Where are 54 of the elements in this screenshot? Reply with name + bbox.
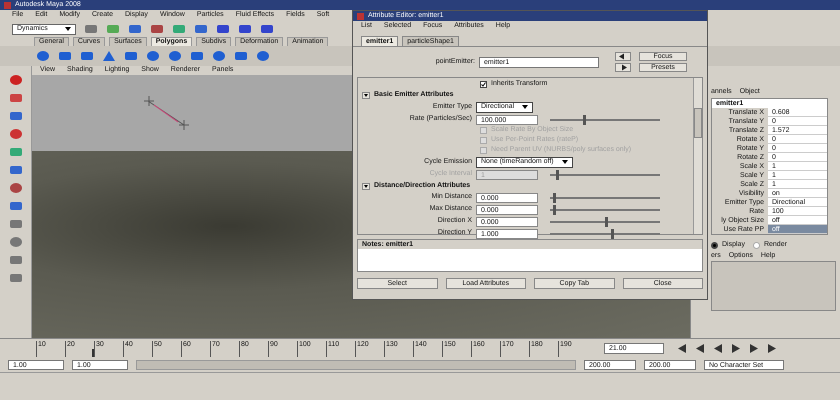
radio-button[interactable] bbox=[752, 242, 760, 248]
scrollbar[interactable] bbox=[693, 78, 702, 234]
sphere-icon[interactable] bbox=[36, 50, 50, 62]
slider-thumb[interactable] bbox=[553, 192, 556, 202]
playback-button-icon[interactable] bbox=[730, 344, 742, 353]
app-icon bbox=[357, 12, 364, 20]
cone-icon[interactable] bbox=[102, 50, 116, 62]
tool-icon[interactable] bbox=[8, 236, 22, 248]
tool-icon[interactable] bbox=[8, 218, 22, 230]
tool-icon[interactable] bbox=[238, 23, 252, 35]
tool-icon[interactable] bbox=[150, 23, 164, 35]
playback-button-icon[interactable] bbox=[766, 344, 778, 353]
tool-icon[interactable] bbox=[84, 23, 98, 35]
tool-icon[interactable] bbox=[8, 74, 22, 86]
tool-icon[interactable] bbox=[8, 164, 22, 176]
collapse-toggle[interactable] bbox=[362, 92, 370, 98]
tool-icon[interactable] bbox=[260, 23, 274, 35]
slider-thumb[interactable] bbox=[583, 114, 586, 124]
slider-thumb[interactable] bbox=[610, 228, 614, 238]
tool-icon[interactable] bbox=[8, 254, 22, 266]
notes-field[interactable] bbox=[358, 249, 702, 271]
tool-icon[interactable] bbox=[216, 23, 230, 35]
checkbox[interactable] bbox=[480, 80, 487, 88]
sphere-icon[interactable] bbox=[212, 50, 226, 62]
sphere-icon[interactable] bbox=[256, 50, 270, 62]
playback-button-icon[interactable] bbox=[748, 344, 760, 353]
plane-icon[interactable] bbox=[124, 50, 138, 62]
radio-button[interactable] bbox=[711, 242, 718, 248]
tool-icon[interactable] bbox=[8, 272, 22, 284]
cube-icon[interactable] bbox=[58, 50, 72, 62]
tool-icon[interactable] bbox=[8, 110, 22, 122]
collapse-toggle[interactable] bbox=[362, 182, 370, 190]
current-frame-marker[interactable] bbox=[92, 348, 94, 356]
playback-button-icon[interactable] bbox=[694, 344, 706, 353]
tool-icon[interactable] bbox=[194, 23, 208, 35]
tool-icon[interactable] bbox=[8, 92, 22, 104]
playback-button-icon[interactable] bbox=[712, 344, 724, 353]
caret-icon bbox=[522, 105, 528, 109]
playback-button-icon[interactable] bbox=[676, 344, 688, 353]
arrow-right-icon[interactable] bbox=[615, 63, 631, 72]
caret-icon bbox=[562, 160, 568, 164]
arrow-left-icon[interactable] bbox=[615, 52, 631, 61]
tool-icon[interactable] bbox=[8, 182, 22, 194]
app-icon bbox=[4, 2, 11, 8]
slider-thumb[interactable] bbox=[553, 204, 556, 214]
tool-icon[interactable] bbox=[8, 128, 22, 140]
cube-icon[interactable] bbox=[234, 50, 248, 62]
tool-icon[interactable] bbox=[8, 200, 22, 212]
scroll-thumb[interactable] bbox=[694, 108, 702, 138]
cylinder-icon[interactable] bbox=[80, 50, 94, 62]
slider-thumb[interactable] bbox=[605, 216, 608, 226]
tool-icon[interactable] bbox=[128, 23, 142, 35]
cylinder-icon[interactable] bbox=[190, 50, 204, 62]
caret-icon bbox=[65, 27, 71, 31]
